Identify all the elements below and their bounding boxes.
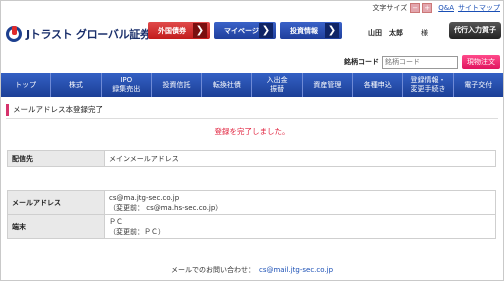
font-size-small-button[interactable]: −	[410, 3, 421, 13]
email-label: メールアドレス	[7, 190, 105, 215]
nav-label: IPO 録集売出	[112, 76, 141, 93]
foreign-bond-button[interactable]: 外国債券 ❯	[148, 22, 210, 39]
chevron-right-icon: ❯	[193, 23, 207, 38]
email-value: cs@ma.jtg-sec.co.jp	[109, 193, 180, 202]
completion-message: 登録を完了しました。	[214, 127, 290, 136]
nav-item-top[interactable]: トップ	[1, 73, 52, 97]
user-greeting: 山田 太郎 様	[368, 28, 428, 38]
main-nav: トップ 株式 IPO 録集売出 投資信託 転換社債 入出金 振替 資産管理 各種…	[1, 73, 503, 97]
table-row: メールアドレス cs@ma.jtg-sec.co.jp （変更前： cs@ma.…	[7, 190, 496, 215]
qa-link[interactable]: Q&A	[438, 4, 454, 12]
delivery-table: 配信先 メインメールアドレス	[7, 150, 496, 167]
nav-item-deposit-transfer[interactable]: 入出金 振替	[252, 73, 303, 97]
sitemap-link[interactable]: サイトマップ	[458, 3, 500, 13]
stock-code-label: 銘柄コード	[344, 58, 379, 66]
delivery-label: 配信先	[7, 150, 105, 167]
nav-item-investment-trust[interactable]: 投資信託	[152, 73, 203, 97]
email-before: （変更前： cs@ma.hs-sec.co.jp）	[109, 203, 223, 212]
nav-label: 入出金 振替	[266, 76, 288, 93]
nav-item-applications[interactable]: 各種申込	[353, 73, 404, 97]
nav-label: 株式	[68, 80, 83, 89]
user-name: 山田 太郎	[368, 29, 403, 37]
font-size-large-button[interactable]: +	[422, 3, 433, 13]
stock-code-input[interactable]	[382, 55, 458, 69]
nav-label: 電子交付	[464, 80, 493, 89]
nav-item-ipo[interactable]: IPO 録集売出	[102, 73, 152, 97]
detail-table: メールアドレス cs@ma.jtg-sec.co.jp （変更前： cs@ma.…	[7, 190, 496, 239]
logo-icon	[6, 26, 22, 42]
invest-info-label: 投資情報	[290, 26, 318, 35]
logo-text: Jトラスト グローバル証券	[26, 28, 151, 41]
spot-order-button[interactable]: 現物注文	[462, 55, 500, 69]
contact-label: メールでのお問い合わせ：	[170, 266, 255, 274]
nav-label: 投資信託	[162, 80, 191, 89]
invest-info-button[interactable]: 投資情報 ❯	[280, 22, 342, 39]
user-honorific: 様	[421, 29, 428, 37]
device-label: 端末	[7, 214, 105, 239]
nav-item-e-delivery[interactable]: 電子交付	[454, 73, 503, 97]
chevron-right-icon: ❯	[325, 23, 339, 38]
table-row: 端末 ＰＣ （変更前：ＰＣ）	[7, 214, 496, 239]
nav-label: 資産管理	[313, 80, 342, 89]
device-cell: ＰＣ （変更前：ＰＣ）	[104, 214, 496, 239]
nav-item-convertible-bond[interactable]: 転換社債	[202, 73, 253, 97]
my-page-button[interactable]: マイページ ❯	[214, 22, 276, 39]
email-cell: cs@ma.jtg-sec.co.jp （変更前： cs@ma.hs-sec.c…	[104, 190, 496, 215]
delivery-value: メインメールアドレス	[104, 150, 496, 167]
device-before: （変更前：ＰＣ）	[109, 227, 165, 236]
nav-label: 転換社債	[212, 80, 241, 89]
nav-label: トップ	[15, 80, 37, 89]
device-value: ＰＣ	[109, 217, 123, 226]
nav-item-registration-info[interactable]: 登録情報・ 変更手続き	[403, 73, 454, 97]
table-row: 配信先 メインメールアドレス	[7, 150, 496, 167]
proxy-input-button[interactable]: 代行入力質子	[449, 22, 501, 39]
stock-code-search: 銘柄コード 現物注文	[344, 55, 500, 69]
my-page-label: マイページ	[224, 26, 259, 35]
font-size-label: 文字サイズ	[372, 4, 408, 12]
chevron-right-icon: ❯	[259, 23, 273, 38]
nav-label: 各種申込	[363, 80, 392, 89]
foreign-bond-label: 外国債券	[158, 26, 186, 35]
nav-item-asset-management[interactable]: 資産管理	[303, 73, 354, 97]
page-title: メールアドレス本登録完了	[6, 104, 103, 116]
site-logo[interactable]: Jトラスト グローバル証券	[6, 26, 151, 42]
nav-label: 登録情報・ 変更手続き	[410, 76, 446, 93]
title-divider	[6, 118, 498, 119]
contact-footer: メールでのお問い合わせ： cs@mail.jtg-sec.co.jp	[0, 265, 504, 275]
nav-item-stocks[interactable]: 株式	[51, 73, 102, 97]
contact-email-link[interactable]: cs@mail.jtg-sec.co.jp	[259, 266, 333, 274]
top-utility-bar: 文字サイズ − + Q&A サイトマップ	[372, 3, 500, 13]
